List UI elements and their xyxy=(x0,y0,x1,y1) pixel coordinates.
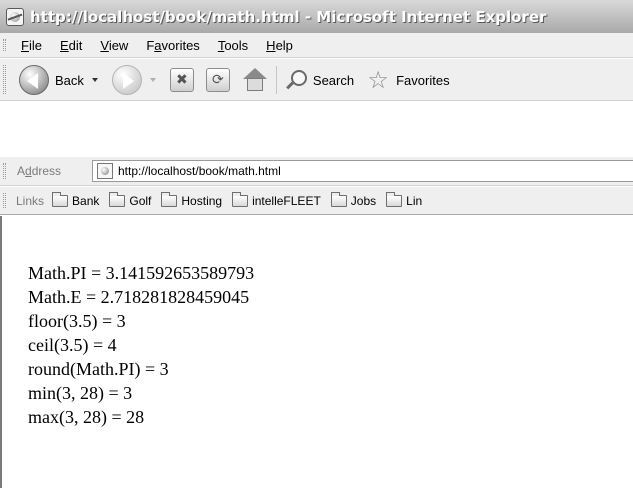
page-icon xyxy=(97,163,113,179)
menu-tools[interactable]: Tools xyxy=(209,38,257,53)
back-label: Back xyxy=(55,72,84,88)
link-intellefleet[interactable]: intelleFLEET xyxy=(232,192,321,208)
menu-tools-label: ools xyxy=(224,38,249,53)
menu-edit-accesskey: E xyxy=(59,38,69,53)
menu-help-accesskey: H xyxy=(266,38,276,53)
menu-edit[interactable]: Edit xyxy=(51,38,91,53)
address-url[interactable]: http://localhost/book/math.html xyxy=(118,164,281,178)
link-hosting[interactable]: Hosting xyxy=(161,192,223,208)
menu-bar: File Edit View Favorites Tools Help xyxy=(0,33,633,58)
link-intellefleet-label: intelleFLEET xyxy=(252,194,321,208)
output-lines: Math.PI = 3.141592653589793 Math.E = 2.7… xyxy=(28,261,254,429)
forward-arrow-icon xyxy=(122,73,134,89)
address-bar-grip[interactable] xyxy=(3,163,6,179)
menu-favorites-label: vorites xyxy=(161,38,200,53)
favorites-star-icon[interactable]: ☆ xyxy=(366,68,390,92)
title-bar: http://localhost/book/math.html - Micros… xyxy=(0,0,633,33)
address-label-accesskey: d xyxy=(25,164,32,178)
links-bar: Links Bank Golf Hosting intelleFLEET Job… xyxy=(0,187,633,215)
menu-help-label: elp xyxy=(275,38,293,53)
address-label-rest: dress xyxy=(31,164,62,178)
refresh-icon: ⟳ xyxy=(212,72,224,88)
folder-icon xyxy=(109,192,126,207)
stop-button[interactable]: ✖ xyxy=(169,68,194,92)
folder-icon xyxy=(52,192,69,207)
menu-edit-label: dit xyxy=(68,38,83,53)
stop-icon: ✖ xyxy=(176,72,188,88)
menu-favorites-accesskey: a xyxy=(154,38,162,53)
folder-icon xyxy=(330,192,347,207)
forward-button[interactable] xyxy=(111,65,142,95)
link-golf[interactable]: Golf xyxy=(109,192,152,208)
menu-bar-grip[interactable] xyxy=(3,39,6,51)
output-line-min: min(3, 28) = 3 xyxy=(28,383,133,403)
menu-favorites[interactable]: Favorites xyxy=(137,38,208,53)
output-line-floor: floor(3.5) = 3 xyxy=(28,311,126,331)
back-button[interactable] xyxy=(19,65,49,95)
link-golf-label: Golf xyxy=(129,194,152,208)
output-line-max: max(3, 28) = 28 xyxy=(28,407,145,427)
internet-explorer-icon xyxy=(6,7,24,26)
link-lin-label: Lin xyxy=(406,194,423,208)
output-line-round: round(Math.PI) = 3 xyxy=(28,359,169,379)
output-line-e: Math.E = 2.718281828459045 xyxy=(28,287,250,307)
favorites-button-label[interactable]: Favorites xyxy=(396,73,449,88)
menu-file[interactable]: File xyxy=(21,38,51,53)
link-bank-label: Bank xyxy=(72,194,100,208)
menu-file-accesskey: F xyxy=(21,38,29,53)
link-jobs-label: Jobs xyxy=(350,194,377,208)
address-bar: Address http://localhost/book/math.html xyxy=(0,157,633,186)
page-content: Math.PI = 3.141592653589793 Math.E = 2.7… xyxy=(0,216,633,488)
search-icon[interactable] xyxy=(285,69,307,91)
standard-toolbar: Back ✖ ⟳ Search ☆ Favorites xyxy=(0,59,633,101)
output-line-ceil: ceil(3.5) = 4 xyxy=(28,335,117,355)
link-hosting-label: Hosting xyxy=(181,194,223,208)
address-label: Address xyxy=(17,157,62,185)
folder-icon xyxy=(161,192,178,207)
toolbar-separator xyxy=(275,66,277,94)
address-input[interactable]: http://localhost/book/math.html xyxy=(92,160,633,182)
back-arrow-icon xyxy=(27,73,38,89)
back-dropdown-icon[interactable] xyxy=(91,78,98,82)
home-icon-body xyxy=(246,78,263,91)
menu-file-label: ile xyxy=(28,38,42,53)
link-bank[interactable]: Bank xyxy=(52,192,100,208)
window-title: http://localhost/book/math.html - Micros… xyxy=(30,7,547,26)
forward-dropdown-icon[interactable] xyxy=(149,78,156,82)
menu-view[interactable]: View xyxy=(91,38,137,53)
refresh-button[interactable]: ⟳ xyxy=(205,68,230,92)
link-lin[interactable]: Lin xyxy=(386,192,423,208)
search-button-label[interactable]: Search xyxy=(313,73,354,88)
menu-view-label: iew xyxy=(108,38,129,53)
menu-view-accesskey: V xyxy=(100,38,109,53)
output-line-pi: Math.PI = 3.141592653589793 xyxy=(28,263,255,283)
home-button[interactable] xyxy=(242,67,268,93)
address-label-prefix: A xyxy=(17,164,26,178)
toolbar-grip[interactable] xyxy=(3,65,6,94)
link-jobs[interactable]: Jobs xyxy=(330,192,377,208)
links-bar-grip[interactable] xyxy=(3,193,6,208)
folder-icon xyxy=(232,192,249,207)
folder-icon xyxy=(386,192,403,207)
links-label: Links xyxy=(16,194,45,208)
menu-help[interactable]: Help xyxy=(257,38,302,53)
